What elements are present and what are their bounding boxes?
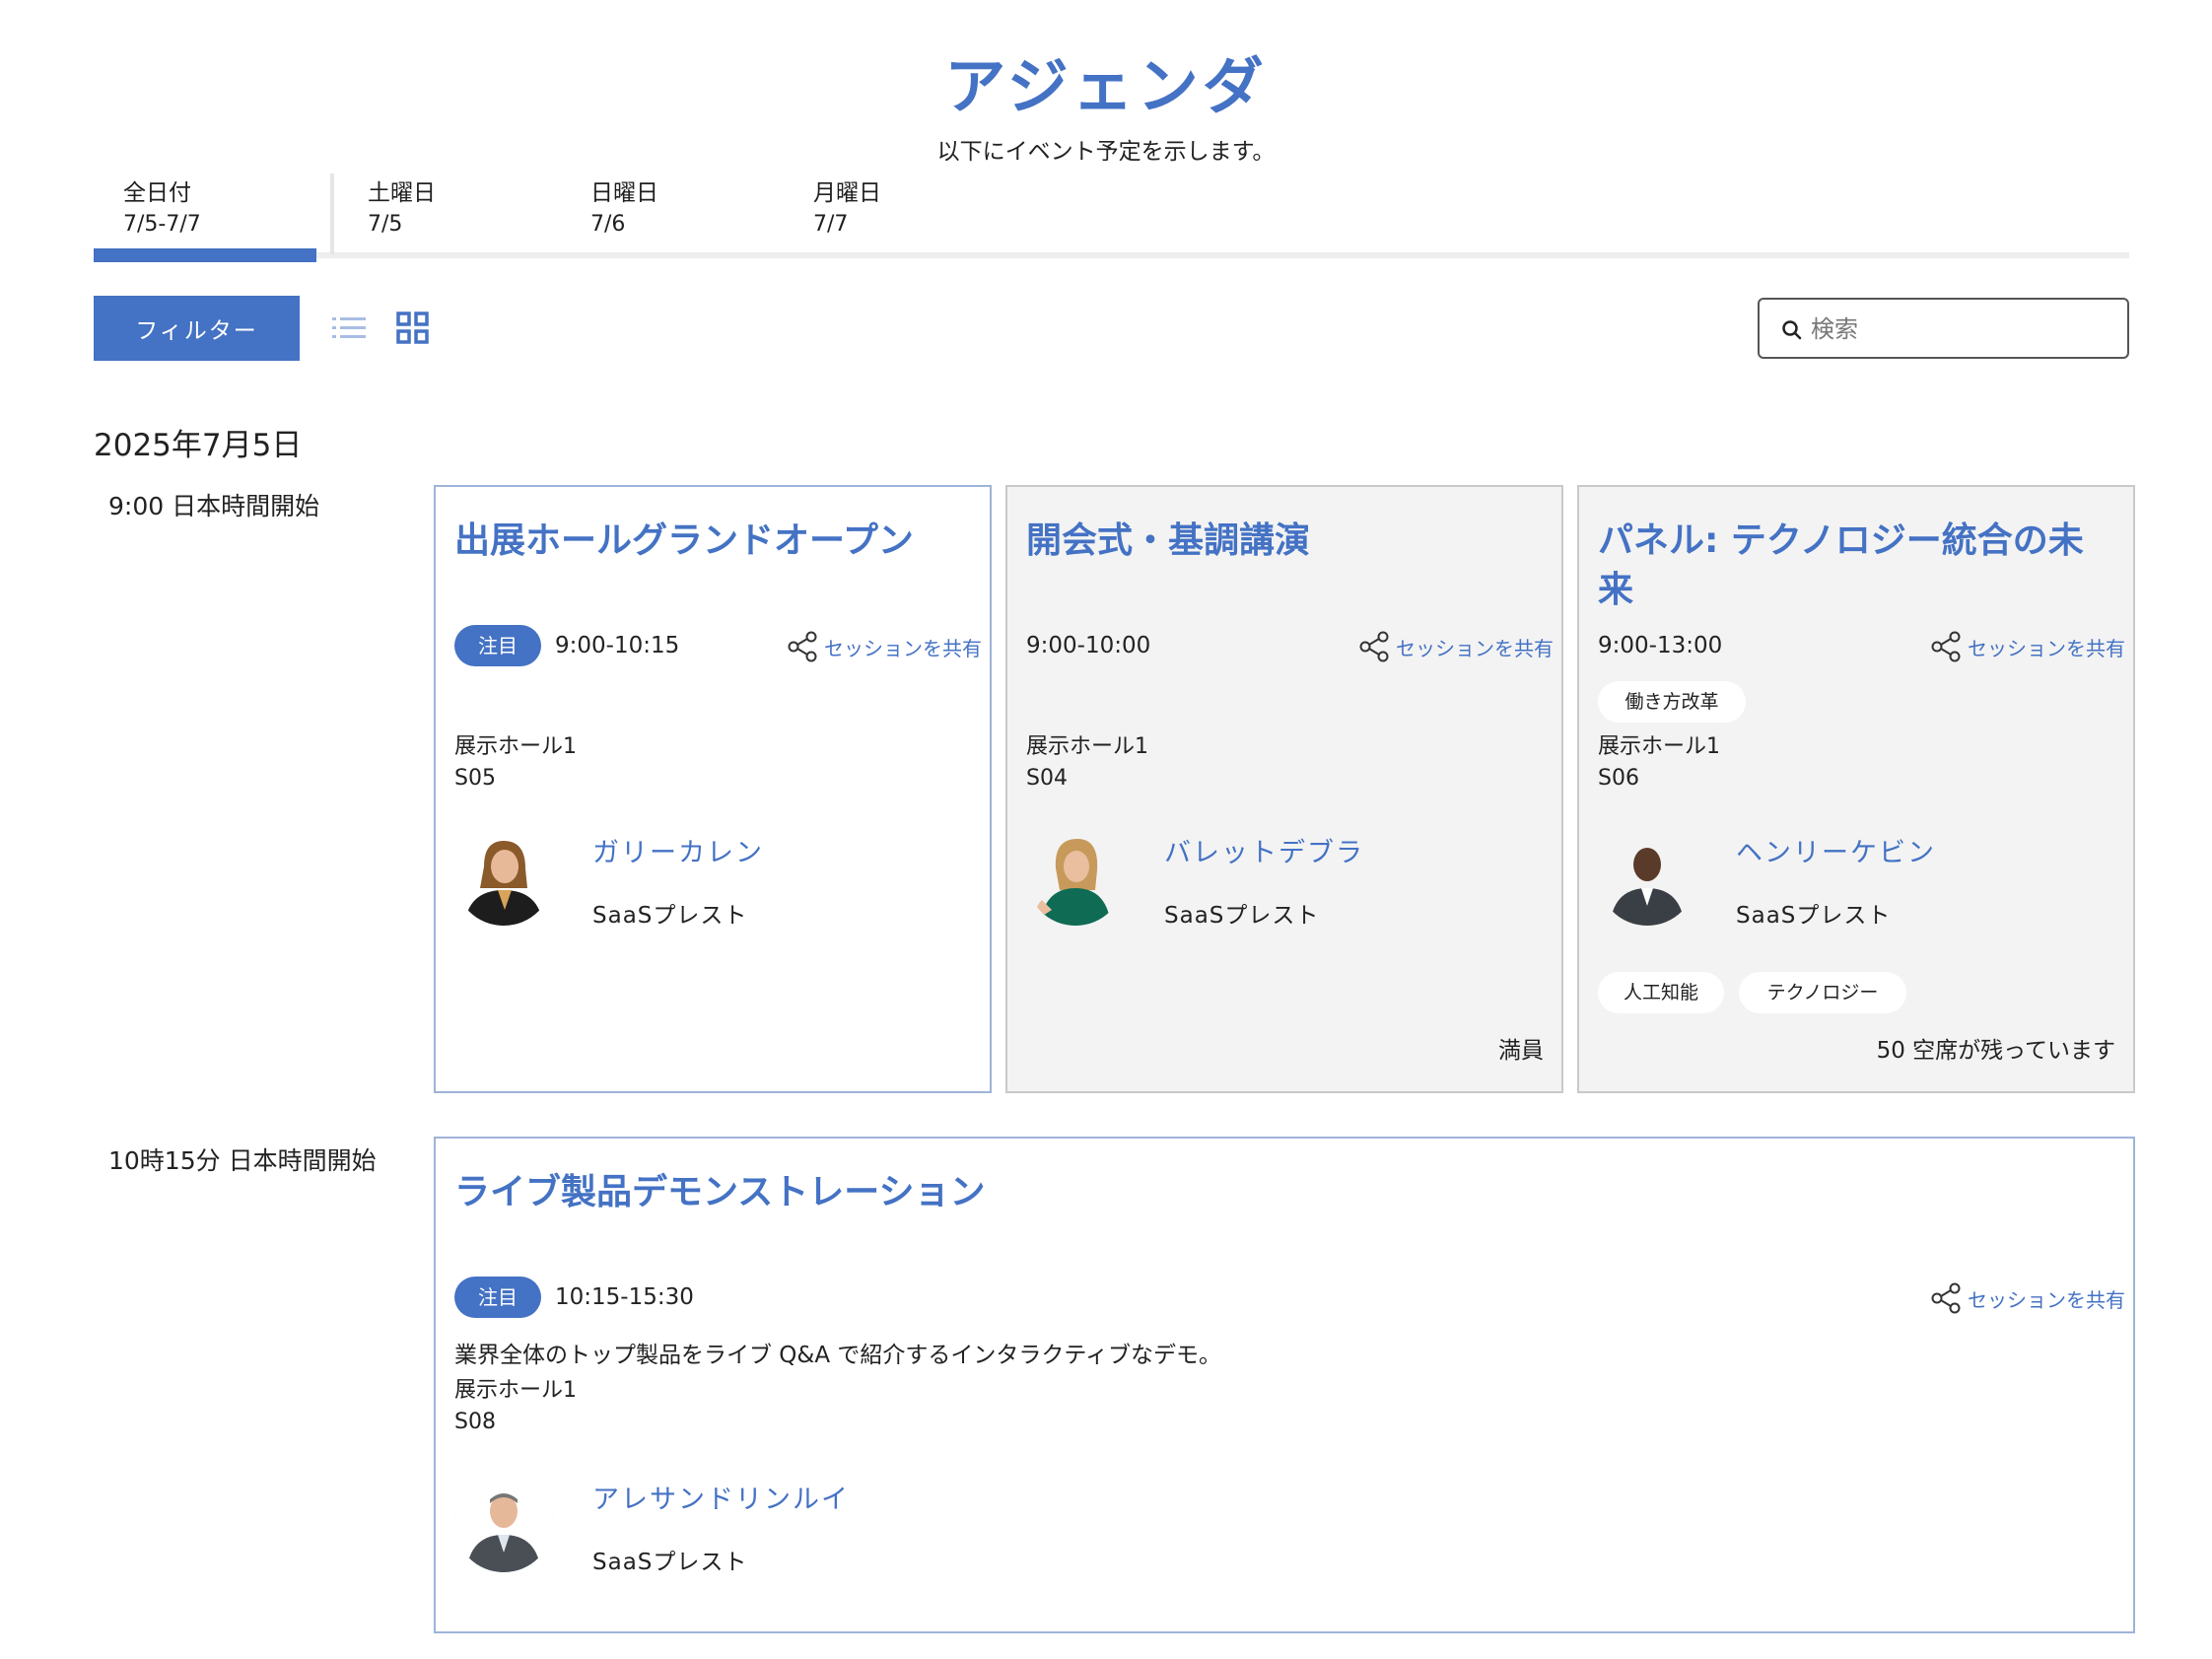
page-subtitle: 以下にイベント予定を示します。: [936, 139, 1276, 165]
tab-all-dates[interactable]: 全日付 7/5-7/7: [94, 177, 316, 262]
capacity-status: 50 空席が残っています: [1876, 1038, 2115, 1064]
grid-icon: [396, 311, 429, 344]
tab-date-label: 7/7: [813, 212, 849, 237]
speaker-company: SaaSプレスト: [592, 1550, 748, 1575]
list-icon: [332, 317, 366, 338]
avatar: [454, 1474, 553, 1572]
session-card[interactable]: ライブ製品デモンストレーション 注目 10:15-15:30 セッションを共有 …: [434, 1137, 2135, 1633]
toolbar: フィルター: [94, 296, 2129, 361]
session-meta: 注目 9:00-10:15 セッションを共有: [454, 625, 982, 668]
tab-day-label: 土曜日: [368, 180, 436, 206]
session-time: 9:00-13:00: [1598, 633, 1723, 658]
share-session-link[interactable]: セッションを共有: [787, 629, 982, 664]
speaker-name[interactable]: バレットデブラ: [1164, 831, 1364, 869]
grid-view-toggle[interactable]: [394, 310, 432, 347]
session-meta: 9:00-10:00 セッションを共有: [1026, 625, 1554, 668]
session-title[interactable]: 出展ホールグランドオープン: [454, 517, 970, 566]
tab-day-label: 日曜日: [590, 180, 658, 206]
tab-day-label: 全日付: [123, 180, 191, 206]
list-view-toggle[interactable]: [330, 310, 370, 347]
tab-date-label: 7/6: [590, 212, 626, 237]
session-time: 9:00-10:00: [1026, 633, 1151, 658]
share-icon: [1359, 631, 1389, 662]
tab-date-label: 7/5-7/7: [123, 212, 201, 237]
session-code: S06: [1598, 766, 1639, 791]
speaker-name[interactable]: ガリーカレン: [592, 831, 764, 869]
time-slot-label: 9:00 日本時間開始: [108, 492, 320, 520]
session-time: 10:15-15:30: [555, 1284, 694, 1310]
share-label: セッションを共有: [1396, 636, 1554, 660]
capacity-status: 満員: [1498, 1038, 1544, 1064]
page-title: アジェンダ: [944, 50, 1268, 122]
featured-badge: 注目: [454, 1277, 541, 1318]
session-code: S08: [454, 1410, 496, 1434]
avatar: [1026, 827, 1125, 926]
share-label: セッションを共有: [1968, 636, 2125, 660]
session-location: 展示ホール1: [1026, 734, 1148, 759]
session-card[interactable]: パネル: テクノロジー統合の未来 9:00-13:00 セッションを共有 働き方…: [1577, 485, 2135, 1093]
session-meta: 9:00-13:00 セッションを共有: [1598, 625, 2125, 668]
tab-date-label: 7/5: [368, 212, 403, 237]
share-icon: [788, 631, 817, 662]
share-label: セッションを共有: [824, 636, 982, 660]
session-code: S05: [454, 766, 496, 791]
speaker-company: SaaSプレスト: [592, 903, 748, 929]
speaker: アレサンドリンルイ SaaSプレスト: [454, 1474, 967, 1582]
session-meta: 注目 10:15-15:30 セッションを共有: [454, 1277, 2125, 1320]
tab-sunday[interactable]: 日曜日 7/6: [590, 177, 788, 258]
tab-day-label: 月曜日: [813, 180, 881, 206]
featured-badge: 注目: [454, 625, 541, 666]
speaker-company: SaaSプレスト: [1736, 903, 1892, 929]
share-icon: [1931, 1282, 1961, 1314]
session-code: S04: [1026, 766, 1068, 791]
session-location: 展示ホール1: [1598, 734, 1720, 759]
share-label: セッションを共有: [1968, 1287, 2125, 1312]
share-session-link[interactable]: セッションを共有: [1358, 629, 1554, 664]
topic-tag[interactable]: テクノロジー: [1739, 972, 1906, 1013]
avatar: [1598, 827, 1696, 926]
track-tag[interactable]: 働き方改革: [1598, 681, 1746, 723]
search-box[interactable]: [1758, 298, 2129, 359]
session-card[interactable]: 開会式・基調講演 9:00-10:00 セッションを共有 展示ホール1 S04 …: [1005, 485, 1563, 1093]
filter-button[interactable]: フィルター: [94, 296, 300, 361]
session-description: 業界全体のトップ製品をライブ Q&A で紹介するインタラクティブなデモ。: [454, 1343, 1222, 1368]
page-header: アジェンダ 以下にイベント予定を示します。: [0, 47, 2212, 166]
tab-divider: [330, 173, 334, 254]
avatar: [454, 827, 553, 926]
share-session-link[interactable]: セッションを共有: [1930, 629, 2125, 664]
date-tabs: 全日付 7/5-7/7 土曜日 7/5 日曜日 7/6 月曜日 7/7: [94, 173, 2129, 262]
session-location: 展示ホール1: [454, 734, 577, 759]
day-heading: 2025年7月5日: [94, 428, 303, 463]
session-title[interactable]: 開会式・基調講演: [1026, 517, 1542, 566]
speaker: バレットデブラ SaaSプレスト: [1026, 827, 1539, 935]
tab-monday[interactable]: 月曜日 7/7: [813, 177, 1010, 258]
session-card[interactable]: 出展ホールグランドオープン 注目 9:00-10:15 セッションを共有 展示ホ…: [434, 485, 992, 1093]
speaker: ヘンリーケビン SaaSプレスト: [1598, 827, 2110, 935]
speaker: ガリーカレン SaaSプレスト: [454, 827, 967, 935]
topic-tag[interactable]: 人工知能: [1598, 972, 1724, 1013]
speaker-name[interactable]: ヘンリーケビン: [1736, 831, 1936, 869]
session-location: 展示ホール1: [454, 1378, 577, 1403]
tab-saturday[interactable]: 土曜日 7/5: [368, 177, 565, 258]
session-title[interactable]: パネル: テクノロジー統合の未来: [1598, 517, 2113, 615]
time-slot-label: 10時15分 日本時間開始: [108, 1146, 377, 1175]
tab-active-indicator: [94, 248, 316, 262]
speaker-company: SaaSプレスト: [1164, 903, 1320, 929]
search-input[interactable]: [1811, 310, 2116, 349]
share-icon: [1931, 631, 1961, 662]
search-icon: [1782, 320, 1802, 340]
share-session-link[interactable]: セッションを共有: [1930, 1280, 2125, 1316]
session-time: 9:00-10:15: [555, 633, 680, 658]
speaker-name[interactable]: アレサンドリンルイ: [592, 1478, 850, 1516]
session-title[interactable]: ライブ製品デモンストレーション: [454, 1168, 2113, 1217]
